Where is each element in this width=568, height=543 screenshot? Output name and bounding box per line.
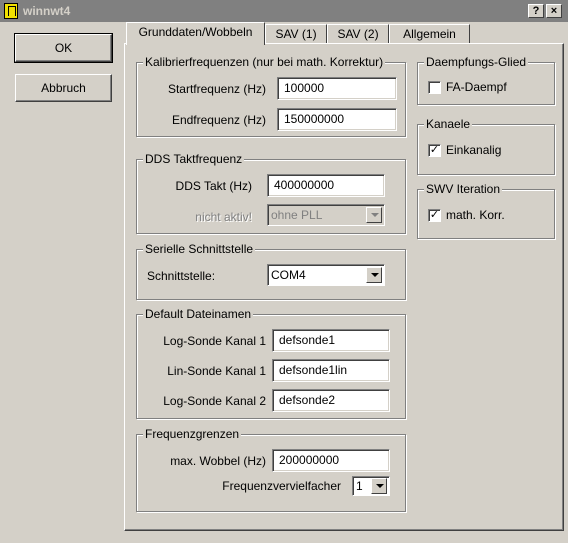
end-frequency-input[interactable]: 150000000 bbox=[277, 108, 397, 131]
tab-panel: Kalibrierfrequenzen (nur bei math. Korre… bbox=[124, 43, 564, 531]
channels-group: Kanaele ✓ Einkanalig bbox=[417, 117, 555, 175]
fa-daempf-label[interactable]: FA-Daempf bbox=[446, 80, 507, 94]
swv-group: SWV Iteration ✓ math. Korr. bbox=[417, 182, 555, 239]
pll-select-value: ohne PLL bbox=[271, 208, 323, 222]
lin1-filename-input[interactable]: defsonde1lin bbox=[272, 359, 390, 382]
serial-port-select[interactable]: COM4 bbox=[267, 264, 385, 286]
close-button[interactable]: × bbox=[546, 4, 562, 18]
log2-label: Log-Sonde Kanal 2 bbox=[163, 394, 266, 408]
swv-title: SWV Iteration bbox=[424, 182, 503, 196]
single-channel-checkbox[interactable]: ✓ bbox=[428, 144, 441, 157]
attenuator-group: Daempfungs-Glied FA-Daempf bbox=[417, 55, 555, 105]
files-group: Default Dateinamen Log-Sonde Kanal 1 def… bbox=[136, 307, 406, 419]
title-bar: winnwt4 ? × bbox=[0, 0, 568, 22]
math-correction-checkbox[interactable]: ✓ bbox=[428, 209, 441, 222]
multiplier-label: Frequenzvervielfacher bbox=[222, 479, 341, 493]
max-wobbel-input[interactable]: 200000000 bbox=[272, 449, 390, 472]
fa-daempf-checkbox[interactable] bbox=[428, 81, 441, 94]
multiplier-value: 1 bbox=[356, 479, 363, 493]
chevron-down-icon[interactable] bbox=[366, 267, 382, 283]
lin1-label: Lin-Sonde Kanal 1 bbox=[167, 364, 266, 378]
log1-filename-input[interactable]: defsonde1 bbox=[272, 329, 390, 352]
serial-port-label: Schnittstelle: bbox=[147, 269, 216, 283]
tab-sav1[interactable]: SAV (1) bbox=[265, 24, 327, 44]
max-wobbel-label: max. Wobbel (Hz) bbox=[170, 454, 266, 468]
ok-button[interactable]: OK bbox=[14, 33, 113, 63]
start-frequency-input[interactable]: 100000 bbox=[277, 77, 397, 100]
log1-label: Log-Sonde Kanal 1 bbox=[163, 334, 266, 348]
start-frequency-label: Startfrequenz (Hz) bbox=[167, 82, 266, 96]
limits-group: Frequenzgrenzen max. Wobbel (Hz) 2000000… bbox=[136, 427, 406, 512]
serial-title: Serielle Schnittstelle bbox=[143, 242, 256, 256]
dds-group: DDS Taktfrequenz DDS Takt (Hz) 400000000… bbox=[136, 152, 406, 234]
window-title: winnwt4 bbox=[23, 4, 71, 18]
app-icon bbox=[4, 3, 18, 19]
serial-group: Serielle Schnittstelle Schnittstelle: CO… bbox=[136, 242, 406, 300]
calibration-title: Kalibrierfrequenzen (nur bei math. Korre… bbox=[143, 55, 386, 69]
settings-dialog: winnwt4 ? × OK Abbruch Grunddaten/Wobbel… bbox=[0, 0, 568, 543]
math-correction-label[interactable]: math. Korr. bbox=[446, 208, 505, 222]
pll-select: ohne PLL bbox=[267, 204, 385, 226]
channels-title: Kanaele bbox=[424, 117, 473, 131]
tab-sav2[interactable]: SAV (2) bbox=[327, 24, 389, 44]
dds-title: DDS Taktfrequenz bbox=[143, 152, 245, 166]
single-channel-label[interactable]: Einkanalig bbox=[446, 143, 501, 157]
dds-clock-input[interactable]: 400000000 bbox=[267, 174, 385, 197]
attenuator-title: Daempfungs-Glied bbox=[424, 55, 529, 69]
cancel-button[interactable]: Abbruch bbox=[15, 74, 112, 102]
log2-filename-input[interactable]: defsonde2 bbox=[272, 389, 390, 412]
chevron-down-icon[interactable] bbox=[371, 478, 387, 494]
files-title: Default Dateinamen bbox=[143, 307, 254, 321]
calibration-group: Kalibrierfrequenzen (nur bei math. Korre… bbox=[136, 55, 406, 137]
pll-status-label: nicht aktiv! bbox=[195, 210, 252, 224]
tab-grunddaten[interactable]: Grunddaten/Wobbeln bbox=[126, 22, 265, 45]
end-frequency-label: Endfrequenz (Hz) bbox=[171, 113, 266, 127]
multiplier-select[interactable]: 1 bbox=[352, 476, 390, 496]
limits-title: Frequenzgrenzen bbox=[143, 427, 242, 441]
chevron-down-icon bbox=[366, 207, 382, 223]
tab-allgemein[interactable]: Allgemein bbox=[389, 24, 470, 44]
dds-clock-label: DDS Takt (Hz) bbox=[175, 179, 252, 193]
serial-port-value: COM4 bbox=[271, 268, 306, 282]
help-button[interactable]: ? bbox=[528, 4, 544, 18]
